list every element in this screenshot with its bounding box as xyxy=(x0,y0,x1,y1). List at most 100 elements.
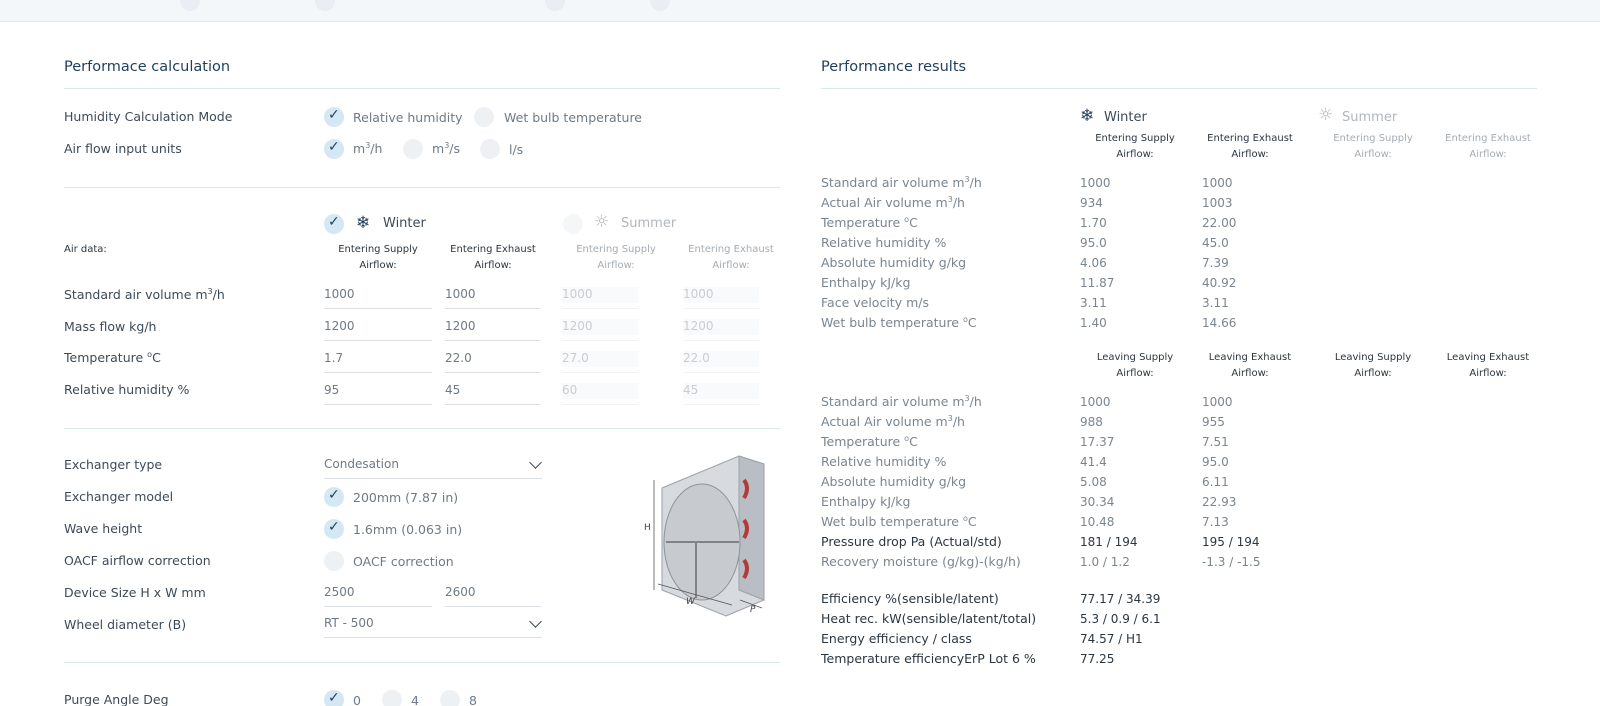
wet-bulb-radio[interactable] xyxy=(474,107,494,127)
exchanger-model-checkbox[interactable] xyxy=(324,487,344,507)
snowflake-icon: ❄ xyxy=(356,213,371,233)
exchanger-type-select[interactable]: Condesation xyxy=(324,455,542,479)
divider xyxy=(64,88,780,89)
purge-8-option[interactable]: 8 xyxy=(469,693,477,706)
m3s-radio[interactable] xyxy=(403,139,423,159)
energy-efficiency-label: Energy efficiency / class xyxy=(821,631,972,646)
wave-height-option[interactable]: 1.6mm (0.063 in) xyxy=(353,522,462,537)
summer-radio[interactable] xyxy=(563,214,583,234)
temperature-exhaust-summer-input[interactable]: 22.0 xyxy=(683,349,759,373)
oacf-checkbox[interactable] xyxy=(324,551,344,571)
ls-radio[interactable] xyxy=(480,139,500,159)
wheel-diameter-select[interactable]: RT - 500 xyxy=(324,614,542,638)
divider xyxy=(64,187,780,188)
device-width-input[interactable]: 2600 xyxy=(445,583,541,607)
chevron-down-icon xyxy=(529,456,542,469)
result-value: 934 xyxy=(1080,196,1103,210)
exchanger-model-option[interactable]: 200mm (7.87 in) xyxy=(353,490,458,505)
result-value: 40.92 xyxy=(1202,276,1237,290)
mass-flow-exhaust-input[interactable]: 1200 xyxy=(445,317,541,341)
entering-face-velocity-label: Face velocity m/s xyxy=(821,295,929,310)
wheel-diameter-label: Wheel diameter (B) xyxy=(64,617,187,632)
temperature-exhaust-input[interactable]: 22.0 xyxy=(445,349,541,373)
result-value: 22.93 xyxy=(1202,495,1237,509)
result-value: 10.48 xyxy=(1080,515,1115,529)
performance-calculation-title: Performace calculation xyxy=(64,59,231,75)
step-dot[interactable] xyxy=(180,0,200,11)
step-dot[interactable] xyxy=(545,0,565,11)
m3s-option[interactable]: m3/s xyxy=(432,141,460,156)
relative-humidity-option[interactable]: Relative humidity xyxy=(353,110,463,125)
results-col-entering-exhaust-summer: Entering Exhaust Airflow: xyxy=(1445,133,1531,160)
sun-icon: ☼ xyxy=(594,212,610,232)
ls-option[interactable]: l/s xyxy=(509,142,523,157)
std-air-volume-supply-summer-input[interactable]: 1000 xyxy=(562,285,638,309)
leaving-relative-humidity-label: Relative humidity % xyxy=(821,454,947,469)
result-value: 95.0 xyxy=(1202,455,1229,469)
purge-8-radio[interactable] xyxy=(440,690,460,706)
mass-flow-exhaust-summer-input[interactable]: 1200 xyxy=(683,317,759,341)
m3h-radio[interactable] xyxy=(324,139,344,159)
exchanger-type-label: Exchanger type xyxy=(64,457,163,472)
relative-humidity-exhaust-input[interactable]: 45 xyxy=(445,381,541,405)
oacf-option[interactable]: OACF correction xyxy=(353,554,454,569)
heat-recovery-value: 5.3 / 0.9 / 6.1 xyxy=(1080,612,1161,626)
relative-humidity-supply-summer-input[interactable]: 60 xyxy=(562,381,638,405)
leaving-temperature-label: Temperature oC xyxy=(821,434,918,450)
purge-0-radio[interactable] xyxy=(324,690,344,706)
step-dot[interactable] xyxy=(650,0,670,11)
efficiency-value: 77.17 / 34.39 xyxy=(1080,592,1161,606)
device-height-input[interactable]: 2500 xyxy=(324,583,432,607)
recovery-moisture-label: Recovery moisture (g/kg)-(kg/h) xyxy=(821,554,1021,569)
col-entering-supply-summer: Entering Supply Airflow: xyxy=(576,244,656,271)
leaving-wet-bulb-label: Wet bulb temperature oC xyxy=(821,514,977,530)
temperature-supply-summer-input[interactable]: 27.0 xyxy=(562,349,638,373)
winter-radio[interactable] xyxy=(324,214,344,234)
result-value: 1000 xyxy=(1202,395,1233,409)
purge-4-option[interactable]: 4 xyxy=(411,693,419,706)
std-air-volume-supply-input[interactable]: 1000 xyxy=(324,285,432,309)
wet-bulb-option[interactable]: Wet bulb temperature xyxy=(504,110,642,125)
results-col-entering-exhaust: Entering Exhaust Airflow: xyxy=(1207,133,1293,160)
entering-enthalpy-label: Enthalpy kJ/kg xyxy=(821,275,911,290)
relative-humidity-supply-input[interactable]: 95 xyxy=(324,381,432,405)
relative-humidity-exhaust-summer-input[interactable]: 45 xyxy=(683,381,759,405)
divider xyxy=(64,662,780,663)
wave-height-checkbox[interactable] xyxy=(324,519,344,539)
relative-humidity-radio[interactable] xyxy=(324,107,344,127)
result-value: 11.87 xyxy=(1080,276,1115,290)
summer-label[interactable]: Summer xyxy=(621,216,676,231)
result-value: 1003 xyxy=(1202,196,1233,210)
humidity-mode-label: Humidity Calculation Mode xyxy=(64,109,233,124)
result-value: 30.34 xyxy=(1080,495,1115,509)
results-col-leaving-supply-summer: Leaving Supply Airflow: xyxy=(1334,352,1412,379)
result-value: 955 xyxy=(1202,415,1225,429)
result-value: 7.39 xyxy=(1202,256,1229,270)
result-value: 41.4 xyxy=(1080,455,1107,469)
divider xyxy=(64,428,780,429)
result-value: 4.06 xyxy=(1080,256,1107,270)
col-entering-supply: Entering Supply Airflow: xyxy=(338,244,418,271)
step-dot[interactable] xyxy=(315,0,335,11)
heat-recovery-label: Heat rec. kW(sensible/latent/total) xyxy=(821,611,1037,626)
entering-std-air-volume-label: Standard air volume m3/h xyxy=(821,175,982,191)
std-air-volume-exhaust-summer-input[interactable]: 1000 xyxy=(683,285,759,309)
leaving-enthalpy-label: Enthalpy kJ/kg xyxy=(821,494,911,509)
result-value: 3.11 xyxy=(1080,296,1107,310)
result-value: 45.0 xyxy=(1202,236,1229,250)
purge-0-option[interactable]: 0 xyxy=(353,693,361,706)
std-air-volume-exhaust-input[interactable]: 1000 xyxy=(445,285,541,309)
winter-label[interactable]: Winter xyxy=(383,216,426,231)
purge-4-radio[interactable] xyxy=(382,690,402,706)
col-entering-exhaust: Entering Exhaust Airflow: xyxy=(450,244,536,271)
mass-flow-supply-input[interactable]: 1200 xyxy=(324,317,432,341)
air-data-label: Air data: xyxy=(64,244,107,255)
mass-flow-supply-summer-input[interactable]: 1200 xyxy=(562,317,638,341)
top-stepper-bar xyxy=(0,0,1600,22)
temperature-supply-input[interactable]: 1.7 xyxy=(324,349,432,373)
result-value: -1.3 / -1.5 xyxy=(1202,555,1261,569)
m3h-option[interactable]: m3/h xyxy=(353,141,382,156)
result-value: 1000 xyxy=(1080,176,1111,190)
result-value: 1000 xyxy=(1202,176,1233,190)
mass-flow-label: Mass flow kg/h xyxy=(64,319,157,334)
